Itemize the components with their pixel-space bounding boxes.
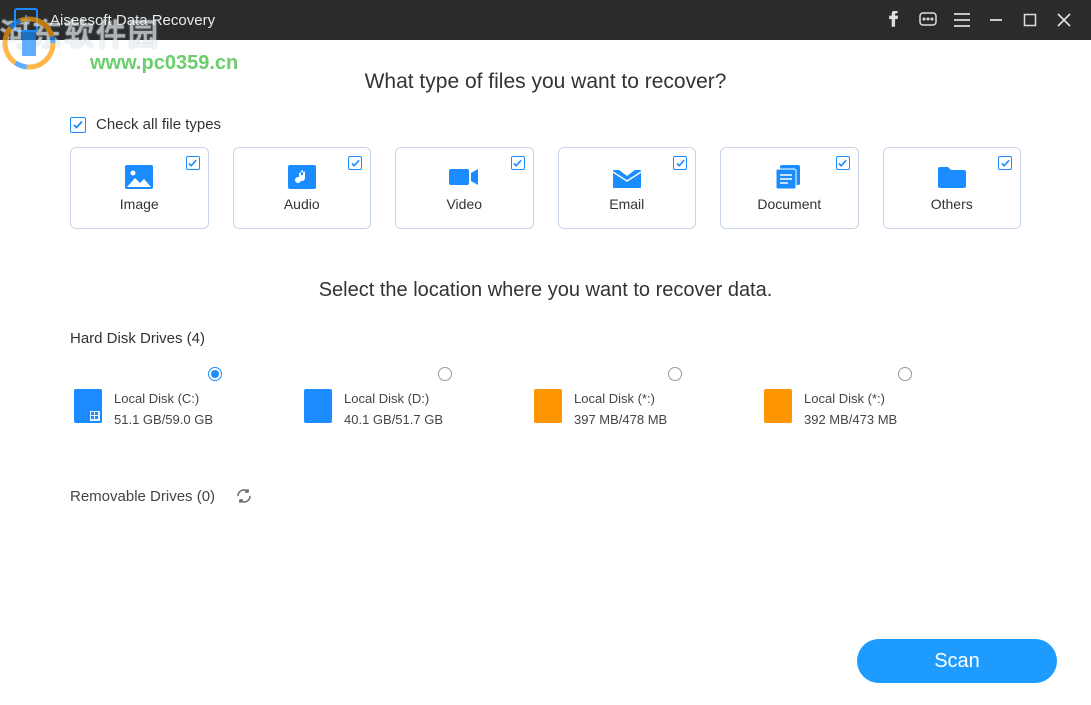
refresh-button[interactable] (233, 485, 255, 507)
others-checkbox[interactable] (998, 156, 1012, 170)
drive-c-name: Local Disk (C:) (114, 391, 213, 406)
image-icon (124, 164, 154, 190)
app-logo-icon (14, 8, 38, 32)
maximize-button[interactable] (1015, 5, 1045, 35)
minimize-button[interactable] (981, 5, 1011, 35)
email-icon (612, 164, 642, 190)
others-label: Others (931, 196, 973, 212)
drive-3-name: Local Disk (*:) (574, 391, 667, 406)
drive-d-icon (304, 389, 332, 423)
file-type-cards: Image Audio Video Email (70, 147, 1021, 229)
document-label: Document (757, 196, 821, 212)
drive-c-radio[interactable] (208, 367, 222, 381)
facebook-icon[interactable] (879, 5, 909, 35)
image-checkbox[interactable] (186, 156, 200, 170)
folder-icon (937, 164, 967, 190)
drive-4-radio[interactable] (898, 367, 912, 381)
drive-3[interactable]: Local Disk (*:) 397 MB/478 MB (534, 389, 724, 427)
email-label: Email (609, 196, 644, 212)
document-checkbox[interactable] (836, 156, 850, 170)
file-type-heading: What type of files you want to recover? (70, 70, 1021, 94)
drive-4-name: Local Disk (*:) (804, 391, 897, 406)
check-all-checkbox[interactable] (70, 117, 86, 133)
app-title: Aiseesoft Data Recovery (50, 12, 215, 29)
drive-d[interactable]: Local Disk (D:) 40.1 GB/51.7 GB (304, 389, 494, 427)
drive-4-size: 392 MB/473 MB (804, 412, 897, 427)
check-all-label: Check all file types (96, 116, 221, 133)
drive-c-icon (74, 389, 102, 423)
drive-d-radio[interactable] (438, 367, 452, 381)
check-all-row[interactable]: Check all file types (70, 116, 1021, 133)
menu-icon[interactable] (947, 5, 977, 35)
file-type-document[interactable]: Document (720, 147, 859, 229)
file-type-image[interactable]: Image (70, 147, 209, 229)
audio-icon (287, 164, 317, 190)
file-type-video[interactable]: Video (395, 147, 534, 229)
drive-d-name: Local Disk (D:) (344, 391, 443, 406)
email-checkbox[interactable] (673, 156, 687, 170)
video-checkbox[interactable] (511, 156, 525, 170)
file-type-others[interactable]: Others (883, 147, 1022, 229)
drive-3-icon (534, 389, 562, 423)
drive-list: Local Disk (C:) 51.1 GB/59.0 GB Local Di… (70, 389, 1021, 427)
video-label: Video (446, 196, 482, 212)
video-icon (449, 164, 479, 190)
audio-label: Audio (284, 196, 320, 212)
image-label: Image (120, 196, 159, 212)
scan-button-label: Scan (934, 650, 980, 673)
drive-4[interactable]: Local Disk (*:) 392 MB/473 MB (764, 389, 954, 427)
file-type-email[interactable]: Email (558, 147, 697, 229)
drive-c[interactable]: Local Disk (C:) 51.1 GB/59.0 GB (74, 389, 264, 427)
drive-d-size: 40.1 GB/51.7 GB (344, 412, 443, 427)
location-heading: Select the location where you want to re… (70, 279, 1021, 302)
drive-3-radio[interactable] (668, 367, 682, 381)
removable-section-label: Removable Drives (0) (70, 488, 215, 505)
scan-button[interactable]: Scan (857, 639, 1057, 683)
close-button[interactable] (1049, 5, 1079, 35)
hdd-section-label: Hard Disk Drives (4) (70, 330, 1021, 347)
feedback-icon[interactable] (913, 5, 943, 35)
file-type-audio[interactable]: Audio (233, 147, 372, 229)
audio-checkbox[interactable] (348, 156, 362, 170)
titlebar: Aiseesoft Data Recovery (0, 0, 1091, 40)
drive-3-size: 397 MB/478 MB (574, 412, 667, 427)
drive-c-size: 51.1 GB/59.0 GB (114, 412, 213, 427)
document-icon (774, 164, 804, 190)
drive-4-icon (764, 389, 792, 423)
